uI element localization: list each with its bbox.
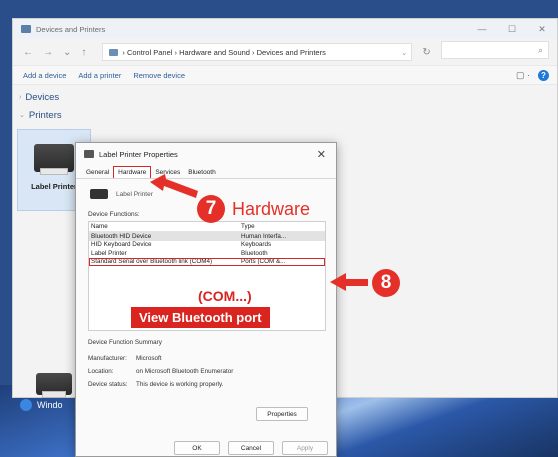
tab-general[interactable]: General — [82, 167, 113, 178]
close-icon[interactable]: ✕ — [317, 148, 326, 161]
address-dropdown-icon[interactable]: ⌄ — [401, 48, 411, 57]
up-icon[interactable]: ↑ — [81, 47, 86, 58]
window-title: Devices and Printers — [36, 24, 106, 34]
chevron-down-icon: ⌄ — [19, 112, 25, 119]
devices-label: Devices — [25, 91, 60, 103]
dialog-title-bar: Label Printer Properties — [76, 143, 336, 165]
device-function-summary: Device Function Summary Manufacturer: Mi… — [88, 339, 326, 391]
devices-section-header[interactable]: › Devices — [13, 88, 557, 106]
printer-icon — [90, 189, 108, 199]
help-icon[interactable]: ? — [538, 69, 549, 81]
search-input[interactable]: ⌕ — [441, 41, 549, 59]
summary-title: Device Function Summary — [88, 339, 162, 346]
address-bar[interactable]: › Control Panel › Hardware and Sound › D… — [102, 43, 413, 61]
manufacturer-label: Manufacturer: — [88, 355, 127, 362]
device-tile[interactable] — [35, 373, 73, 399]
column-type[interactable]: Type — [237, 223, 325, 230]
table-row[interactable]: HID Keyboard Device Keyboards — [89, 241, 325, 250]
row-name: Standard Serial over Bluetooth link (COM… — [91, 258, 213, 266]
recent-locations-icon[interactable]: ⌄ — [63, 47, 71, 58]
printers-label: Printers — [28, 109, 62, 121]
taskbar-item[interactable]: Windo — [20, 399, 63, 411]
dialog-title: Label Printer Properties — [99, 149, 178, 159]
control-panel-icon — [109, 48, 119, 56]
status-label: Device status: — [88, 381, 128, 388]
row-name: Bluetooth HID Device — [91, 232, 152, 240]
cancel-button[interactable]: Cancel — [228, 441, 274, 455]
maximize-button[interactable]: ☐ — [497, 19, 527, 39]
com-label: (COM...) — [198, 288, 252, 304]
tab-hardware[interactable]: Hardware — [113, 166, 152, 178]
windows-logo-icon — [20, 399, 32, 411]
status-row: Device status: This device is working pr… — [88, 378, 326, 391]
search-icon: ⌕ — [537, 44, 543, 55]
location-value: on Microsoft Bluetooth Enumerator — [136, 368, 234, 375]
row-type: Bluetooth — [241, 249, 268, 257]
row-name: HID Keyboard Device — [91, 241, 152, 249]
printer-small-icon — [84, 150, 94, 158]
column-name[interactable]: Name — [89, 223, 237, 230]
table-row-com-port[interactable]: Standard Serial over Bluetooth link (COM… — [89, 257, 325, 266]
breadcrumb[interactable]: › Control Panel › Hardware and Sound › D… — [122, 48, 325, 57]
status-value: This device is working properly. — [136, 381, 224, 388]
tab-bar: General Hardware Services Bluetooth — [76, 165, 336, 179]
minimize-button[interactable]: — — [467, 19, 497, 39]
add-device-button[interactable]: Add a device — [23, 71, 66, 80]
forward-icon[interactable]: → — [43, 47, 53, 58]
device-name: Label Printer — [116, 190, 153, 198]
manufacturer-value: Microsoft — [136, 355, 162, 362]
manufacturer-row: Manufacturer: Microsoft — [88, 352, 326, 365]
add-printer-button[interactable]: Add a printer — [78, 71, 121, 80]
tab-services[interactable]: Services — [151, 167, 184, 178]
step-8-badge: 8 — [372, 269, 400, 297]
step-7-badge: 7 — [197, 195, 225, 223]
row-type: Keyboards — [241, 241, 272, 249]
printer-icon — [36, 373, 72, 398]
apply-button: Apply — [282, 441, 328, 455]
row-name: Label Printer — [91, 249, 127, 257]
chevron-right-icon: › — [19, 93, 22, 101]
tab-bluetooth[interactable]: Bluetooth — [184, 167, 219, 178]
properties-button[interactable]: Properties — [256, 407, 308, 421]
view-bluetooth-port-banner: View Bluetooth port — [131, 307, 270, 328]
printer-icon — [34, 144, 74, 175]
row-type: Ports (COM &... — [241, 258, 286, 266]
step-7-label: Hardware — [232, 199, 311, 219]
refresh-icon[interactable]: ↻ — [422, 47, 430, 58]
window-controls: — ☐ ✕ — [467, 19, 557, 39]
devices-printers-icon — [21, 25, 31, 33]
location-label: Location: — [88, 368, 114, 375]
list-header: Name Type — [89, 222, 325, 232]
title-bar: Devices and Printers — ☐ ✕ — [13, 19, 557, 39]
row-type: Human Interfa... — [241, 232, 287, 240]
table-row[interactable]: Bluetooth HID Device Human Interfa... — [89, 232, 325, 241]
command-bar: Add a device Add a printer Remove device… — [13, 65, 557, 85]
location-row: Location: on Microsoft Bluetooth Enumera… — [88, 365, 326, 378]
back-icon[interactable]: ← — [23, 47, 33, 58]
printers-section-header[interactable]: ⌄ Printers — [13, 106, 557, 124]
ok-button[interactable]: OK — [174, 441, 220, 455]
close-window-button[interactable]: ✕ — [527, 19, 557, 39]
taskbar-label: Windo — [37, 400, 63, 410]
remove-device-button[interactable]: Remove device — [133, 71, 185, 80]
table-row[interactable]: Label Printer Bluetooth — [89, 249, 325, 258]
view-options-icon[interactable]: ▢ · — [516, 70, 530, 81]
